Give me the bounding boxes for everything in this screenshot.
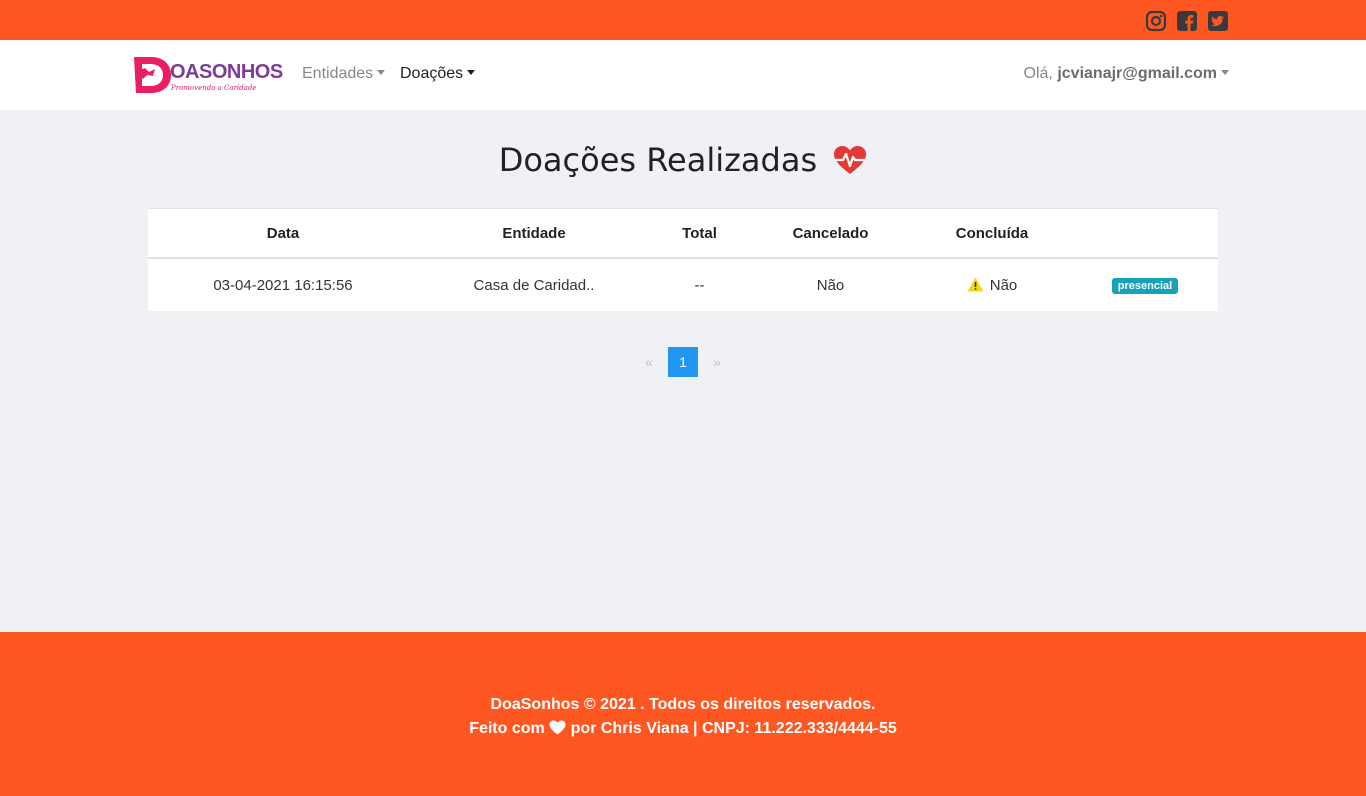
user-email: jcvianajr@gmail.com [1057,65,1217,82]
pagination-next[interactable]: » [698,347,736,377]
pagination-page-1[interactable]: 1 [668,347,698,377]
navbar: OASONHOS Promovendo a Caridade Entidades… [0,40,1366,110]
pagination-prev[interactable]: « [630,347,668,377]
social-links [1145,10,1229,32]
cell-concluida: Não [912,277,1072,294]
cell-concluida-value: Não [989,276,1018,294]
nav-doacoes-dropdown[interactable]: Doações [400,65,476,83]
caret-down-icon [1221,70,1229,75]
footer-copyright: DoaSonhos © 2021 . Todos os direitos res… [490,696,876,713]
page-title: Doações Realizadas [0,141,1366,179]
warning-icon [967,277,984,291]
cell-tipo: presencial [1072,276,1218,294]
instagram-icon[interactable] [1145,10,1167,32]
header-entidade: Entidade [502,224,566,242]
header-total: Total [682,224,717,242]
header-cancelado: Cancelado [792,224,869,242]
cell-cancelado: Não [816,276,845,294]
footer: DoaSonhos © 2021 . Todos os direitos res… [0,632,1366,796]
table-header-row: Data Entidade Total Cancelado Concluída [148,209,1218,259]
footer-credits-post: por Chris Viana | CNPJ: 11.222.333/4444-… [566,720,897,737]
footer-credits-pre: Feito com [469,720,550,737]
header-concluida: Concluída [955,224,1029,242]
twitter-icon[interactable] [1207,10,1229,32]
table-row[interactable]: 03-04-2021 16:15:56 Casa de Caridad.. --… [148,259,1218,311]
nav-entidades-dropdown[interactable]: Entidades [302,65,386,83]
top-bar [0,0,1366,40]
donations-table: Data Entidade Total Cancelado Concluída … [148,208,1218,311]
nav-doacoes-label: Doações [400,65,464,82]
brand-tagline: Promovendo a Caridade [171,84,257,92]
heart-icon [549,720,566,735]
user-greeting: Olá, [1023,65,1058,82]
user-menu-dropdown[interactable]: Olá, jcvianajr@gmail.com [1024,65,1229,83]
brand-logo[interactable]: OASONHOS Promovendo a Caridade [131,53,283,97]
page-title-text: Doações Realizadas [498,141,818,179]
header-data: Data [266,224,300,242]
brand-name: OASONHOS [170,61,283,83]
cell-total: -- [694,276,705,294]
cell-entidade: Casa de Caridad.. [473,276,595,294]
caret-down-icon [377,70,386,75]
cell-data: 03-04-2021 16:15:56 [213,276,353,294]
pagination: « 1 » [630,347,736,377]
status-badge: presencial [1111,278,1179,294]
caret-down-icon [467,70,476,75]
nav-entidades-label: Entidades [302,65,374,82]
footer-credits: Feito com por Chris Viana | CNPJ: 11.222… [0,720,1366,738]
facebook-icon[interactable] [1176,10,1198,32]
heartbeat-icon [834,146,867,174]
